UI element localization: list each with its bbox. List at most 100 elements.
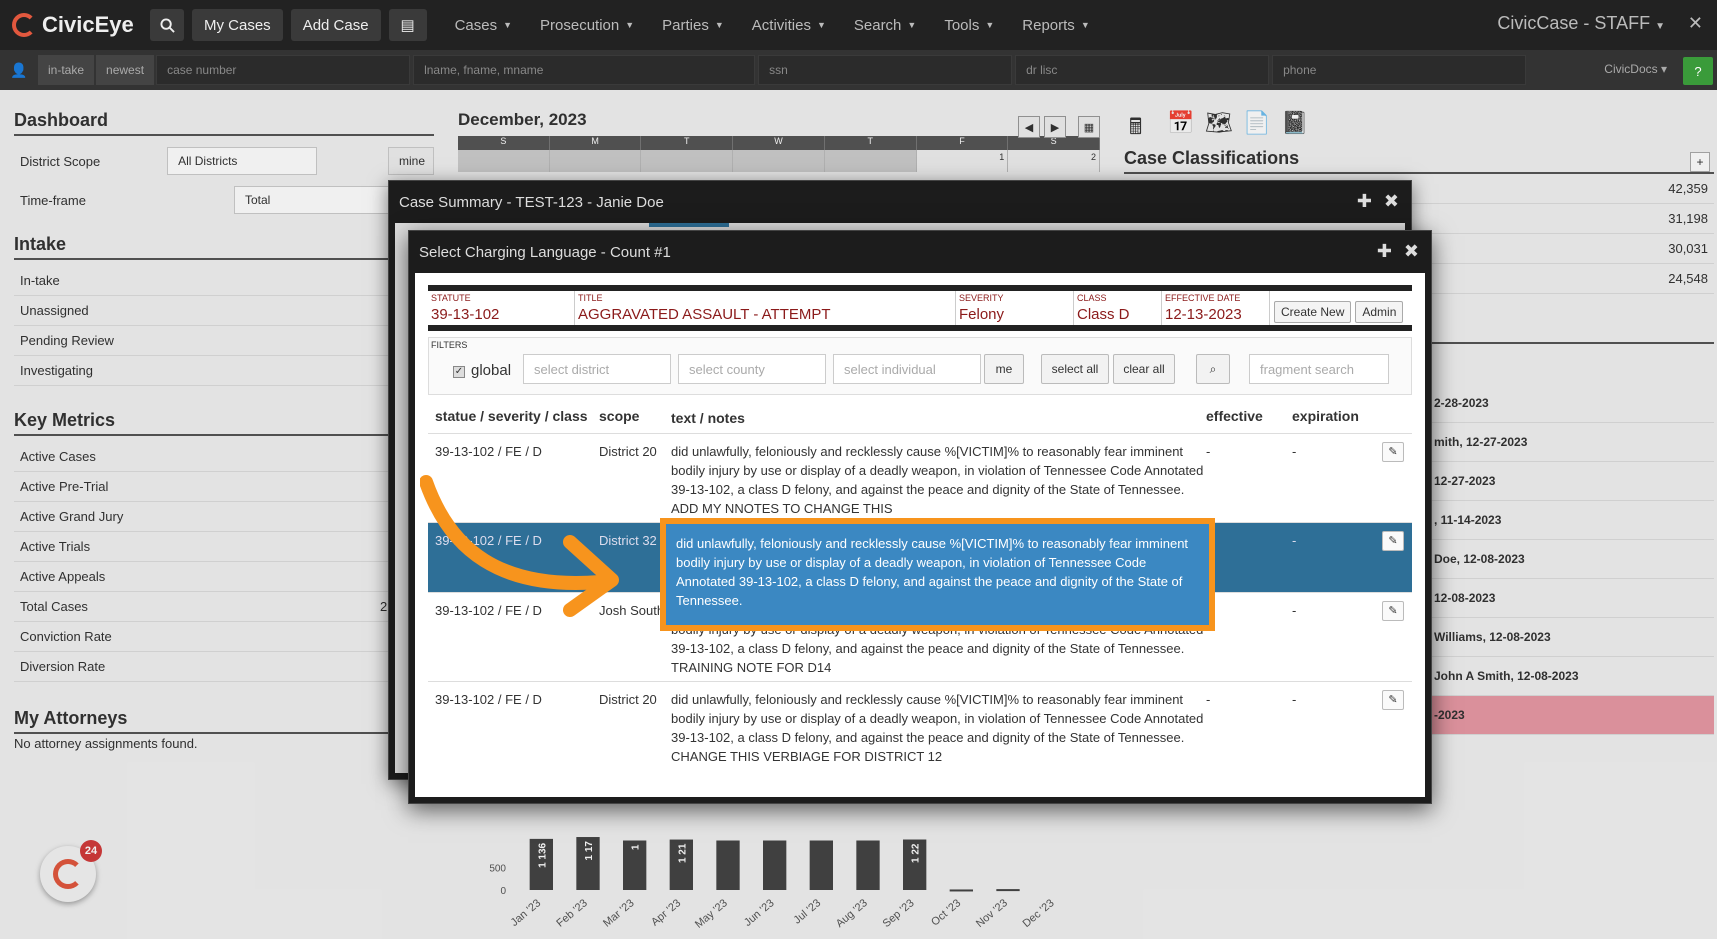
ssn-input[interactable]: ssn — [758, 55, 1013, 85]
edit-pencil-icon[interactable]: ✎ — [1382, 442, 1404, 462]
row-scope: District 20 — [599, 692, 657, 707]
modal-controls: ✚ ✖ — [1357, 191, 1399, 212]
menu-cases-label: Cases — [454, 16, 498, 34]
civicdocs-menu[interactable]: CivicDocs ▾ — [1604, 62, 1667, 76]
caret-down-icon: ▼ — [1655, 21, 1665, 32]
individual-select[interactable]: select individual — [833, 354, 981, 384]
search-icon[interactable]: ⌕ — [1196, 354, 1230, 384]
caret-down-icon: ▼ — [714, 20, 724, 30]
my-cases-button[interactable]: My Cases — [192, 9, 283, 41]
menu-reports[interactable]: Reports ▼ — [1022, 17, 1089, 34]
case-summary-title: Case Summary - TEST-123 - Janie Doe — [399, 193, 664, 211]
column-header: effective — [1206, 408, 1263, 424]
app-root: { "app": { "logo": "CivicEye", "tenant":… — [0, 0, 1717, 939]
menu-parties[interactable]: Parties ▼ — [662, 17, 724, 34]
statute-value: 39-13-102 — [431, 306, 500, 323]
menu-cases[interactable]: Cases ▼ — [455, 17, 512, 34]
list-view-button[interactable]: ▤ — [388, 9, 427, 41]
quick-search-bar: 👤 in-take newest case number lname, fnam… — [0, 50, 1717, 90]
menu-tools-label: Tools — [944, 16, 980, 34]
row-effective: - — [1206, 523, 1292, 592]
district-select[interactable]: select district — [523, 354, 671, 384]
menu-prosecution[interactable]: Prosecution ▼ — [540, 17, 634, 34]
close-icon[interactable]: ✖ — [1404, 241, 1419, 262]
edit-pencil-icon[interactable]: ✎ — [1382, 601, 1404, 621]
menu-reports-label: Reports — [1022, 16, 1075, 34]
top-navbar: CivicEye My Cases Add Case ▤ Cases ▼ Pros… — [0, 0, 1717, 50]
menu-tools[interactable]: Tools ▼ — [944, 17, 994, 34]
add-case-button[interactable]: Add Case — [290, 9, 381, 41]
row-text: did unlawfully, feloniously and reckless… — [671, 444, 1204, 516]
tab-newest[interactable]: newest — [96, 55, 155, 85]
table-row[interactable]: 39-13-102 / FE / D District 20 did unlaw… — [428, 681, 1412, 770]
civiceye-logo[interactable]: CivicEye — [12, 12, 142, 38]
severity-value: Felony — [959, 306, 1005, 323]
severity-cell: SEVERITY Felony — [956, 291, 1074, 325]
column-header-actions — [1382, 408, 1412, 424]
active-tab-indicator — [649, 223, 729, 227]
row-effective: - — [1206, 444, 1211, 459]
user-icon[interactable]: 👤 — [0, 62, 38, 79]
close-icon[interactable]: ✖ — [1384, 191, 1399, 212]
county-select[interactable]: select county — [678, 354, 826, 384]
pointer-arrow-icon — [420, 475, 619, 617]
help-button[interactable]: ? — [1683, 57, 1713, 85]
highlighted-charging-text[interactable]: did unlawfully, feloniously and reckless… — [660, 518, 1215, 631]
search-icon — [159, 17, 175, 33]
edit-pencil-icon[interactable]: ✎ — [1382, 690, 1404, 710]
fragment-search-input[interactable]: fragment search — [1249, 354, 1389, 384]
maximize-icon[interactable]: ✚ — [1377, 241, 1392, 262]
dr-lisc-input[interactable]: dr lisc — [1015, 55, 1270, 85]
search-button[interactable] — [150, 9, 184, 41]
row-expiration: - — [1292, 603, 1297, 618]
create-new-button[interactable]: Create New — [1274, 301, 1352, 323]
menu-search[interactable]: Search ▼ — [854, 17, 916, 34]
menu-activities[interactable]: Activities ▼ — [752, 17, 826, 34]
civicdocs-label: CivicDocs — [1604, 62, 1658, 76]
menu-activities-label: Activities — [751, 16, 811, 34]
severity-label: SEVERITY — [959, 293, 1004, 303]
select-all-button[interactable]: select all — [1041, 354, 1109, 384]
menu-prosecution-label: Prosecution — [540, 16, 620, 34]
table-header: statue / severity / class scope text / n… — [428, 399, 1412, 433]
title-value: AGGRAVATED ASSAULT - ATTEMPT — [578, 306, 831, 323]
column-header: expiration — [1292, 408, 1359, 424]
column-header: text / notes — [671, 410, 745, 426]
row-text: did unlawfully, feloniously and reckless… — [671, 692, 1204, 764]
tenant-menu[interactable]: CivicCase - STAFF ▼ — [1497, 13, 1665, 34]
filters-panel: FILTERS ✓ global select district select … — [428, 337, 1412, 395]
admin-button[interactable]: Admin — [1355, 301, 1404, 323]
menu-parties-label: Parties — [662, 16, 709, 34]
global-label: global — [471, 362, 512, 379]
global-checkbox[interactable]: ✓ — [453, 366, 465, 378]
row-effective: - — [1206, 593, 1292, 681]
column-header: scope — [599, 408, 640, 424]
class-label: CLASS — [1077, 293, 1107, 303]
caret-down-icon: ▼ — [907, 20, 917, 30]
modal-controls: ✚ ✖ — [1377, 241, 1419, 262]
charging-modal-title: Select Charging Language - Count #1 — [419, 243, 671, 261]
me-button[interactable]: me — [984, 354, 1024, 384]
edit-pencil-icon[interactable]: ✎ — [1382, 531, 1404, 551]
effective-date-value: 12-13-2023 — [1165, 306, 1242, 323]
tab-in-take[interactable]: in-take — [38, 55, 95, 85]
logo-text: CivicEye — [42, 12, 134, 37]
clear-all-button[interactable]: clear all — [1113, 354, 1175, 384]
caret-down-icon: ▼ — [985, 20, 995, 30]
caret-down-icon: ▼ — [1080, 20, 1090, 30]
phone-input[interactable]: phone — [1272, 55, 1527, 85]
name-input[interactable]: lname, fname, mname — [413, 55, 756, 85]
statute-cell: STATUTE 39-13-102 — [428, 291, 575, 325]
class-cell: CLASS Class D — [1074, 291, 1162, 325]
case-number-input[interactable]: case number — [156, 55, 411, 85]
maximize-icon[interactable]: ✚ — [1357, 191, 1372, 212]
effective-date-label: EFFECTIVE DATE — [1165, 293, 1241, 303]
table-icon: ▤ — [400, 17, 415, 34]
row-effective: - — [1206, 692, 1211, 707]
statute-header: STATUTE 39-13-102 TITLE AGGRAVATED ASSAULT… — [428, 285, 1412, 331]
effective-date-cell: EFFECTIVE DATE 12-13-2023 — [1162, 291, 1270, 325]
caret-down-icon: ▼ — [503, 20, 513, 30]
statute-label: STATUTE — [431, 293, 471, 303]
close-icon[interactable]: ✕ — [1688, 13, 1703, 34]
title-label: TITLE — [578, 293, 603, 303]
